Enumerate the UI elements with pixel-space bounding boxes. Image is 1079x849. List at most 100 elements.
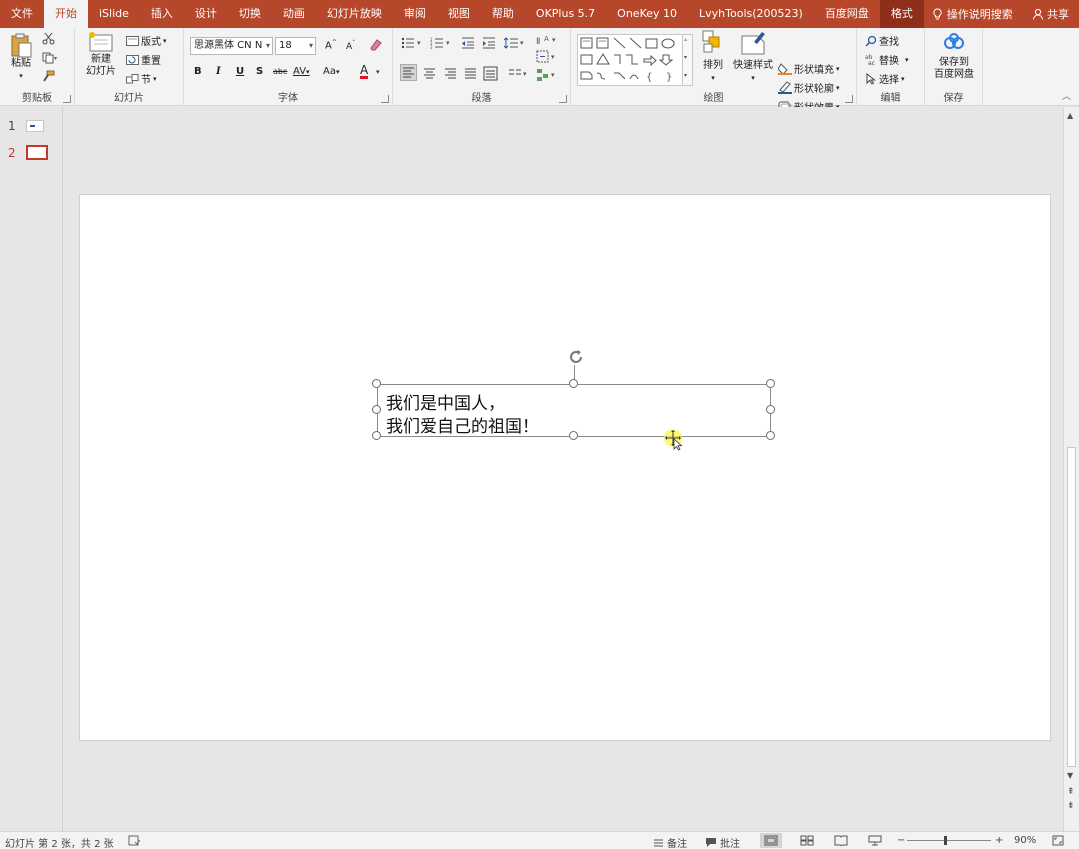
tab-insert[interactable]: 插入: [140, 0, 184, 28]
resize-handle-top-right[interactable]: [766, 379, 775, 388]
quick-styles-button[interactable]: 快速样式 ▾: [731, 32, 775, 84]
layout-button[interactable]: 版式 ▾: [126, 33, 167, 48]
arrange-button[interactable]: 排列 ▾: [698, 30, 728, 84]
resize-handle-left[interactable]: [372, 405, 381, 414]
distributed-icon[interactable]: [483, 66, 498, 81]
cut-icon[interactable]: [42, 32, 55, 45]
next-slide-icon[interactable]: ⇟: [1067, 801, 1075, 811]
collapse-ribbon-icon[interactable]: ︿: [1062, 89, 1071, 102]
bold-button[interactable]: B: [194, 66, 202, 77]
resize-handle-bottom-left[interactable]: [372, 431, 381, 440]
tab-review[interactable]: 审阅: [393, 0, 437, 28]
zoom-in-button[interactable]: +: [995, 835, 1003, 846]
resize-handle-top-left[interactable]: [372, 379, 381, 388]
character-spacing-button[interactable]: AV▾: [293, 66, 310, 77]
decrease-indent-icon[interactable]: [461, 37, 475, 49]
text-shadow-button[interactable]: S: [256, 66, 263, 77]
vertical-scrollbar[interactable]: ▲ ▼ ⇞ ⇟: [1063, 107, 1079, 831]
numbering-icon[interactable]: 123▾: [430, 37, 452, 49]
tab-slideshow[interactable]: 幻灯片放映: [316, 0, 393, 28]
font-color-button[interactable]: A: [360, 64, 369, 79]
format-painter-icon[interactable]: [42, 70, 55, 82]
scroll-up-icon[interactable]: ▲: [1067, 111, 1073, 120]
clear-formatting-icon[interactable]: [368, 38, 382, 51]
share-button[interactable]: 共享: [1022, 6, 1079, 22]
comments-button[interactable]: 批注: [705, 835, 740, 849]
columns-icon[interactable]: ▾: [508, 66, 530, 81]
select-button[interactable]: 选择 ▾: [865, 71, 905, 86]
zoom-level[interactable]: 90%: [1014, 835, 1036, 846]
find-button[interactable]: 查找: [865, 33, 899, 48]
font-size-combobox[interactable]: 18 ▾: [275, 37, 316, 55]
tab-lvyhtools[interactable]: LvyhTools(200523): [688, 0, 814, 28]
text-line-2[interactable]: 我们爱自己的祖国！: [386, 412, 539, 437]
text-direction-icon[interactable]: Ⅱ A ▾: [536, 33, 558, 47]
shape-outline-button[interactable]: 形状轮廓 ▾: [778, 80, 840, 95]
resize-handle-bottom-right[interactable]: [766, 431, 775, 440]
shrink-font-button[interactable]: Aˇ: [346, 40, 355, 52]
fit-to-window-icon[interactable]: [1052, 835, 1064, 846]
scrollbar-thumb[interactable]: [1067, 447, 1076, 767]
gallery-down-icon[interactable]: ▾: [684, 54, 687, 61]
resize-handle-right[interactable]: [766, 405, 775, 414]
tab-design[interactable]: 设计: [184, 0, 228, 28]
tab-file[interactable]: 文件: [0, 0, 44, 28]
slide-thumbnail-1[interactable]: 1: [8, 119, 44, 133]
tab-okplus[interactable]: OKPlus 5.7: [525, 0, 606, 28]
grow-font-button[interactable]: A^: [325, 39, 337, 51]
font-color-dropdown-icon[interactable]: ▾: [376, 68, 380, 76]
rotate-handle-icon[interactable]: [566, 347, 586, 367]
shape-fill-button[interactable]: 形状填充 ▾: [778, 61, 840, 76]
selected-text-box[interactable]: 我们是中国人， 我们爱自己的祖国！: [372, 379, 775, 440]
tab-view[interactable]: 视图: [437, 0, 481, 28]
align-left-button[interactable]: [400, 64, 417, 81]
tell-me-search[interactable]: 操作说明搜索: [924, 6, 1021, 22]
section-button[interactable]: 节 ▾: [126, 71, 157, 86]
align-right-icon[interactable]: [443, 66, 458, 81]
italic-button[interactable]: I: [216, 66, 221, 77]
copy-icon[interactable]: ▾: [42, 52, 58, 64]
tab-transitions[interactable]: 切换: [228, 0, 272, 28]
tab-help[interactable]: 帮助: [481, 0, 525, 28]
normal-view-button[interactable]: [760, 833, 782, 848]
tab-format[interactable]: 格式: [879, 0, 924, 28]
reset-button[interactable]: 重置: [126, 52, 161, 67]
bullets-icon[interactable]: ▾: [401, 37, 423, 49]
line-spacing-icon[interactable]: ▾: [504, 37, 526, 49]
paste-button[interactable]: 粘贴 ▾: [6, 32, 36, 82]
slide-sorter-button[interactable]: [796, 833, 818, 848]
gallery-up-icon[interactable]: ▴: [684, 36, 687, 43]
tab-onekey[interactable]: OneKey 10: [606, 0, 688, 28]
tab-baidu-netdisk[interactable]: 百度网盘: [814, 0, 880, 28]
shapes-gallery-scroll[interactable]: ▴ ▾ ▾: [683, 34, 693, 86]
paragraph-dialog-launcher[interactable]: [559, 95, 567, 103]
paste-dropdown-icon[interactable]: ▾: [19, 70, 23, 82]
resize-handle-bottom[interactable]: [569, 431, 578, 440]
new-slide-button[interactable]: 新建 幻灯片: [81, 32, 121, 78]
tab-home[interactable]: 开始: [44, 0, 88, 28]
zoom-slider-knob[interactable]: [944, 836, 947, 845]
scroll-down-icon[interactable]: ▼: [1067, 771, 1073, 780]
slide-thumbnail-2[interactable]: 2: [8, 145, 48, 160]
underline-button[interactable]: U: [236, 66, 244, 77]
replace-button[interactable]: ab ac 替换 ▾: [865, 52, 909, 68]
drawing-dialog-launcher[interactable]: [845, 95, 853, 103]
shapes-gallery[interactable]: { }: [577, 34, 683, 86]
slideshow-button[interactable]: [864, 833, 886, 848]
spelling-check-icon[interactable]: [128, 835, 141, 847]
zoom-slider-track[interactable]: [907, 840, 991, 841]
slide-canvas[interactable]: 我们是中国人， 我们爱自己的祖国！: [79, 194, 1051, 741]
tab-islide[interactable]: iSlide: [88, 0, 140, 28]
tab-animations[interactable]: 动画: [272, 0, 316, 28]
align-center-icon[interactable]: [422, 66, 437, 81]
previous-slide-icon[interactable]: ⇞: [1067, 787, 1075, 797]
strikethrough-button[interactable]: abc: [273, 67, 287, 76]
reading-view-button[interactable]: [830, 833, 852, 848]
zoom-out-button[interactable]: −: [897, 835, 905, 846]
gallery-more-icon[interactable]: ▾: [684, 72, 687, 79]
change-case-button[interactable]: Aa▾: [323, 66, 339, 77]
resize-handle-top[interactable]: [569, 379, 578, 388]
text-line-1[interactable]: 我们是中国人，: [386, 389, 505, 414]
font-name-combobox[interactable]: 思源黑体 CN N ▾: [190, 37, 273, 55]
increase-indent-icon[interactable]: [482, 37, 496, 49]
